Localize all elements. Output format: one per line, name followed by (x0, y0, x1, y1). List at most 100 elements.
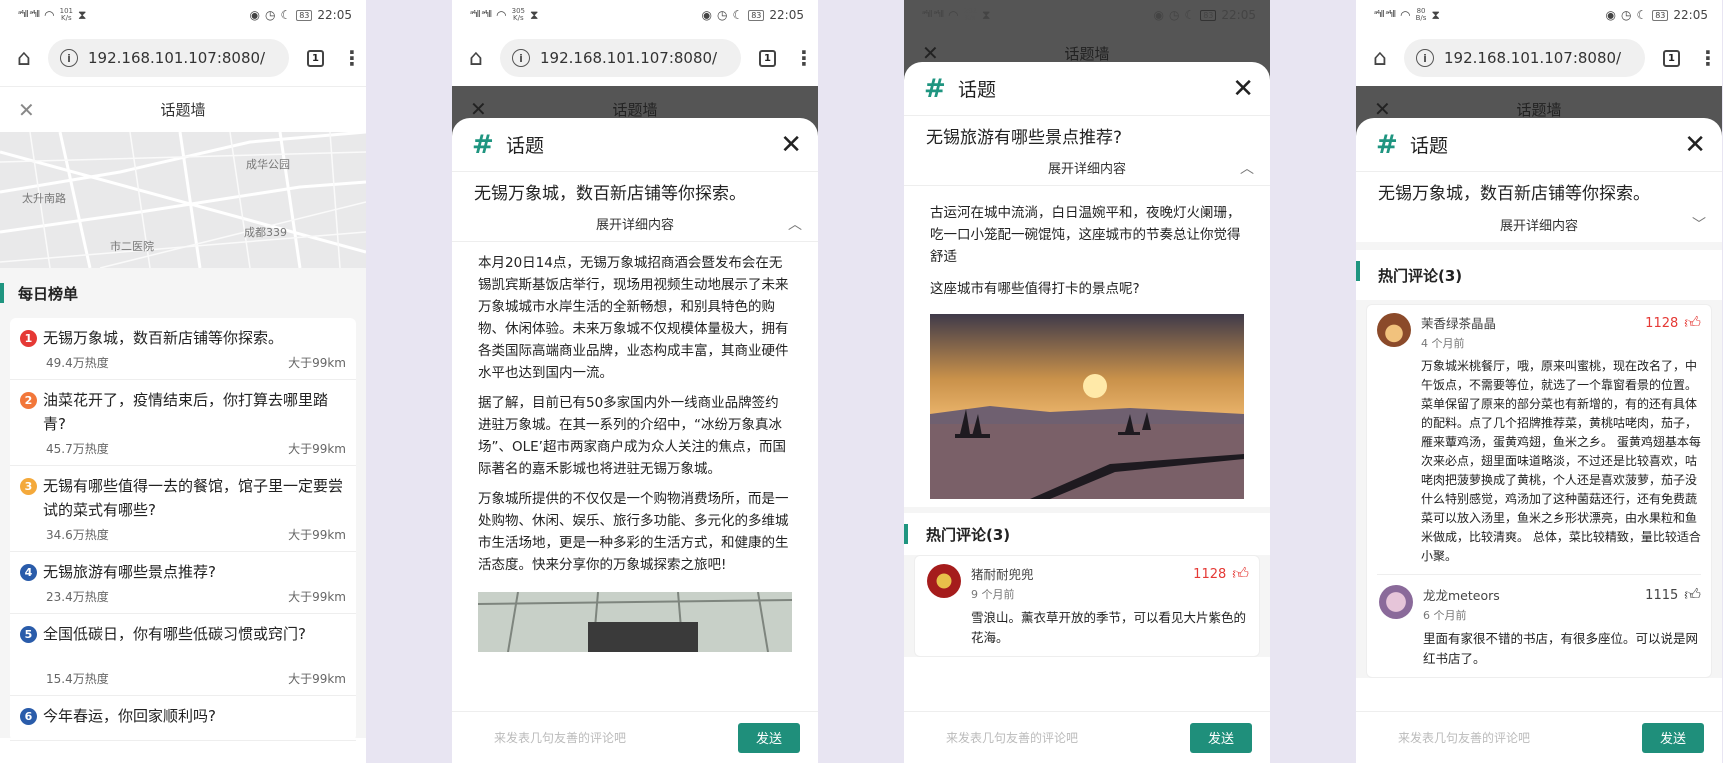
comment-footer: 来发表几句友善的评论吧 发送 (904, 711, 1270, 763)
comment-author: 龙龙meteors (1423, 588, 1500, 603)
like-count: 1128 (1193, 566, 1227, 582)
topic-sheet: # 话题 ✕ 无锡万象城，数百新店铺等你探索。 展开详细内容 ﹀ 热门评论(3) … (1356, 118, 1722, 763)
expand-toggle[interactable]: 展开详细内容 ︿ (452, 206, 818, 242)
url-text: 192.168.101.107:8080/ (540, 49, 718, 67)
page-title: 话题墙 (1516, 100, 1562, 119)
expand-toggle[interactable]: 展开详细内容 ﹀ (1356, 206, 1722, 250)
rank-list-item[interactable]: 1 无锡万象城，数百新店铺等你探索。 49.4万热度 大于99km (10, 318, 356, 380)
browser-address-bar: ⌂ i 192.168.101.107:8080/ 1 ⋮ (1356, 30, 1722, 86)
alarm-icon: ◷ (264, 8, 276, 22)
close-icon[interactable]: ✕ (780, 130, 802, 160)
eye-icon: ◉ (1605, 8, 1616, 22)
hourglass-icon: ⧗ (1431, 7, 1440, 22)
rank-number-badge: 2 (20, 392, 37, 409)
comment-input[interactable]: 来发表几句友善的评论吧 (1398, 729, 1530, 746)
comments-card: 茉香绿茶晶晶 4 个月前 1128 👍︎ 万象城米桃餐厅，哦，原来叫蜜桃，现在改名了… (1366, 304, 1712, 678)
send-button[interactable]: 发送 (1642, 722, 1704, 753)
moon-icon: ☾ (280, 8, 292, 22)
map-label: 太升南路 (22, 192, 66, 205)
sheet-header: # 话题 ✕ (904, 62, 1270, 116)
rank-list-item[interactable]: 3 无锡有哪些值得一去的餐馆，馆子里一定要尝试的菜式有哪些? 34.6万热度 大于99… (10, 466, 356, 552)
phone-screen-3: ᵃ⁴ıll ᵃ⁴ıll ◠ 282 K/s ⧗ ◉ ◷ ☾ 83 22:05 ✕ 话题墙 # 话… (904, 0, 1270, 763)
rank-list-item[interactable]: 5 全国低碳日，你有哪些低碳习惯或窍门? 15.4万热度 大于99km (10, 614, 356, 696)
overflow-menu-icon[interactable]: ⋮ (794, 46, 814, 70)
rank-title: 全国低碳日，你有哪些低碳习惯或窍门? (43, 625, 306, 643)
home-icon[interactable]: ⌂ (1366, 46, 1394, 71)
comment-input[interactable]: 来发表几句友善的评论吧 (494, 729, 626, 746)
expand-toggle[interactable]: 展开详细内容 ︿ (904, 150, 1270, 186)
comment-author: 猪耐耐兜兜 (971, 567, 1034, 582)
rank-number-badge: 6 (20, 708, 37, 725)
like-count: 1115 (1645, 587, 1679, 603)
map-label: 成都339 (244, 226, 287, 239)
comment-item: 猪耐耐兜兜 9 个月前 1128 👍︎ 雪浪山。薰衣草开放的季节，可以看见大片紫色的… (927, 564, 1249, 656)
hourglass-icon: ⧗ (530, 7, 539, 22)
topic-sheet: # 话题 ✕ 无锡万象城，数百新店铺等你探索。 展开详细内容 ︿ 本月20日14点… (452, 118, 818, 763)
comment-text: 里面有家很不错的书店，有很多座位。可以说是网红书店了。 (1423, 631, 1699, 666)
send-button[interactable]: 发送 (738, 722, 800, 753)
mall-photo (478, 592, 792, 652)
battery-icon: 83 (1200, 9, 1217, 21)
rank-list-item[interactable]: 2 油菜花开了，疫情结束后，你打算去哪里踏青? 45.7万热度 大于99km (10, 380, 356, 466)
wifi-icon: ◠ (496, 8, 507, 22)
avatar (1377, 313, 1411, 347)
signal-icon: ᵃ⁴ıll ᵃ⁴ıll (470, 10, 492, 20)
info-icon[interactable]: i (60, 49, 78, 67)
topic-title: 无锡万象城，数百新店铺等你探索。 (474, 184, 746, 204)
rank-list-item[interactable]: 4 无锡旅游有哪些景点推荐? 23.4万热度 大于99km (10, 552, 356, 614)
detail-paragraph: 本月20日14点，无锡万象城招商酒会暨发布会在无锡凯宾斯基饭店举行，现场用视频生… (478, 255, 789, 381)
topic-title: 无锡万象城，数百新店铺等你探索。 (1378, 184, 1650, 204)
clock-time: 22:05 (1673, 8, 1708, 22)
tab-switcher-icon[interactable]: 1 (759, 49, 776, 67)
info-icon[interactable]: i (512, 49, 530, 67)
rank-list-item[interactable]: 6 今年春运，你回家顺利吗? (10, 696, 356, 741)
close-icon[interactable]: ✕ (18, 98, 35, 122)
like-button[interactable]: 1128 👍︎ (1193, 564, 1249, 584)
network-speed: 101 K/s (59, 7, 73, 22)
overflow-menu-icon[interactable]: ⋮ (1698, 46, 1718, 70)
close-icon[interactable]: ✕ (1684, 130, 1706, 160)
detail-paragraph: 据了解，目前已有50多家国内外一线商业品牌签约进驻万象城。在其一系列的介绍中，“… (478, 395, 786, 477)
chevron-up-icon: ︿ (788, 216, 802, 233)
eye-icon: ◉ (701, 8, 712, 22)
hourglass-icon: ⧗ (78, 7, 87, 22)
tab-switcher-icon[interactable]: 1 (307, 49, 324, 67)
daily-ranking-title: 每日榜单 (0, 268, 366, 318)
send-button[interactable]: 发送 (1190, 722, 1252, 753)
comment-author: 茉香绿茶晶晶 (1421, 316, 1497, 331)
close-icon[interactable]: ✕ (1232, 74, 1254, 104)
comment-time: 9 个月前 (971, 588, 1015, 601)
info-icon[interactable]: i (1416, 49, 1434, 67)
url-field[interactable]: i 192.168.101.107:8080/ (1404, 39, 1645, 77)
clock-time: 22:05 (1221, 8, 1256, 22)
battery-icon: 83 (748, 9, 765, 21)
comment-input[interactable]: 来发表几句友善的评论吧 (946, 729, 1078, 746)
comment-text: 万象城米桃餐厅，哦，原来叫蜜桃，现在改名了，中午饭点，不需要等位，就选了一个靠窗… (1421, 359, 1701, 563)
url-text: 192.168.101.107:8080/ (1444, 49, 1622, 67)
hot-comments-title: 热门评论(3) (904, 513, 1270, 555)
map-view[interactable]: 成华公园 太升南路 成都339 市二医院 (0, 132, 366, 268)
comment-item: 龙龙meteors 6 个月前 1115 👍︎ 里面有家很不错的书店，有很多座位。可… (1379, 575, 1701, 677)
distance: 大于99km (288, 528, 346, 542)
url-field[interactable]: i 192.168.101.107:8080/ (500, 39, 741, 77)
rank-number-badge: 4 (20, 564, 37, 581)
like-button[interactable]: 1115 👍︎ (1645, 585, 1701, 605)
home-icon[interactable]: ⌂ (462, 46, 490, 71)
distance: 大于99km (288, 356, 346, 370)
hash-icon: # (1376, 129, 1398, 160)
like-button[interactable]: 1128 👍︎ (1645, 313, 1701, 333)
heat-count: 23.4万热度 (46, 590, 109, 604)
url-field[interactable]: i 192.168.101.107:8080/ (48, 39, 289, 77)
map-label: 市二医院 (110, 240, 154, 253)
rank-title: 今年春运，你回家顺利吗? (43, 707, 216, 725)
topic-title: 无锡旅游有哪些景点推荐? (926, 128, 1123, 148)
tab-switcher-icon[interactable]: 1 (1663, 49, 1680, 67)
signal-icon: ᵃ⁴ıll ᵃ⁴ıll (1374, 10, 1396, 20)
sheet-header: # 话题 ✕ (1356, 118, 1722, 172)
phone-screen-1: ᵃ⁴ıll ᵃ⁴ıll ◠ 101 K/s ⧗ ◉ ◷ ☾ 83 22:05 ⌂ i 192.1… (0, 0, 366, 763)
like-count: 1128 (1645, 315, 1679, 331)
home-icon[interactable]: ⌂ (10, 46, 38, 71)
overflow-menu-icon[interactable]: ⋮ (342, 46, 362, 70)
rank-title: 无锡旅游有哪些景点推荐? (43, 563, 216, 581)
rank-number-badge: 5 (20, 626, 37, 643)
